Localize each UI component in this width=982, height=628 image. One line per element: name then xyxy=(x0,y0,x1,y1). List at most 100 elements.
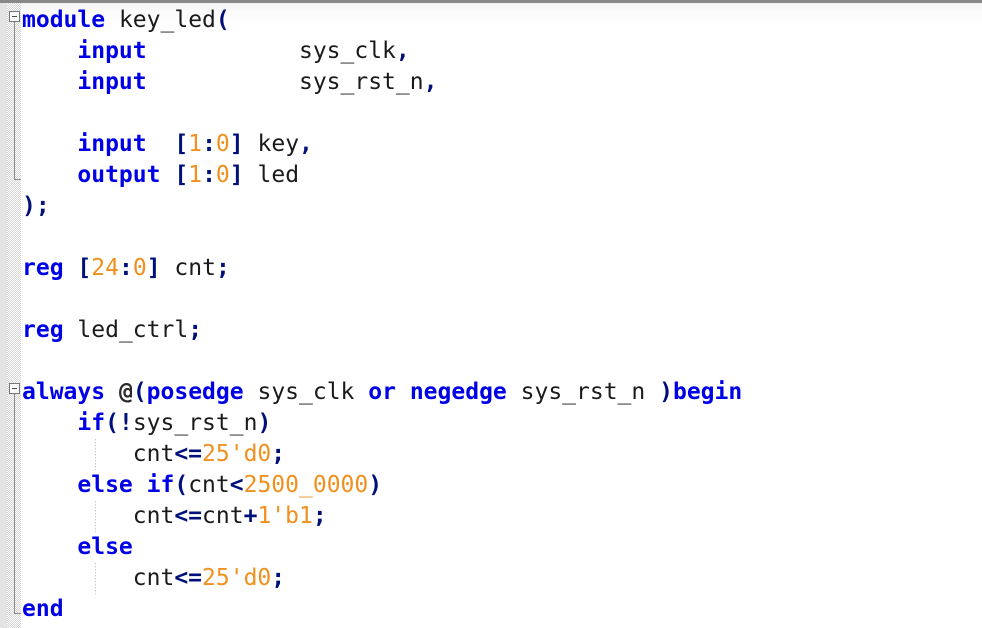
code-line[interactable]: ); xyxy=(22,191,50,222)
code-line[interactable]: module key_led( xyxy=(22,5,230,36)
code-token: 2500_0000 xyxy=(243,472,369,498)
code-token: posedge xyxy=(146,379,244,405)
code-token: sys_clk xyxy=(257,379,355,405)
code-token: : xyxy=(202,162,216,188)
code-token: ( xyxy=(174,472,189,498)
code-token: , xyxy=(423,69,438,95)
code-token: ) xyxy=(368,472,383,498)
source-code[interactable]: module key_led( input sys_clk, input sys… xyxy=(0,3,982,628)
code-token: [ xyxy=(77,255,92,281)
code-token: : xyxy=(202,131,216,157)
code-token: ; xyxy=(35,193,50,219)
fold-collapse-icon[interactable] xyxy=(9,11,20,22)
code-token: sys_rst_n xyxy=(298,69,424,95)
code-line[interactable]: else if(cnt<2500_0000) xyxy=(22,470,382,501)
code-token: <= xyxy=(174,503,203,529)
code-token: key_led xyxy=(118,7,216,33)
code-token: < xyxy=(229,472,244,498)
code-line[interactable]: else xyxy=(22,532,133,563)
code-token: reg xyxy=(22,255,64,281)
code-line[interactable]: reg [24:0] cnt; xyxy=(22,253,230,284)
code-line[interactable]: reg led_ctrl; xyxy=(22,315,202,346)
code-token: , xyxy=(299,131,313,157)
code-token: 25'd0 xyxy=(202,441,272,467)
code-token: else xyxy=(77,534,133,560)
code-token: , xyxy=(395,38,410,64)
code-token: [ xyxy=(174,162,189,188)
code-token: ; xyxy=(271,565,286,591)
code-line[interactable]: end xyxy=(22,594,64,625)
code-token: input xyxy=(77,38,147,64)
code-token: 24 xyxy=(91,255,119,281)
code-token: @ xyxy=(118,379,133,405)
code-line[interactable]: cnt<=25'd0; xyxy=(22,563,285,594)
code-token: 1'b1 xyxy=(257,503,313,529)
code-token: 1 xyxy=(188,162,203,188)
code-token: always xyxy=(22,379,106,405)
code-line[interactable]: if(!sys_rst_n) xyxy=(22,408,271,439)
code-token: if xyxy=(146,472,175,498)
code-token: output xyxy=(77,162,161,188)
code-token: ! xyxy=(118,410,133,436)
code-line[interactable]: cnt<=25'd0; xyxy=(22,439,285,470)
code-line[interactable] xyxy=(22,222,36,253)
code-token: sys_rst_n xyxy=(520,379,646,405)
code-token: ; xyxy=(188,317,203,343)
code-line[interactable] xyxy=(22,284,36,315)
code-token: cnt xyxy=(202,503,244,529)
code-line[interactable]: input sys_clk, xyxy=(22,36,410,67)
code-line[interactable]: cnt<=cnt+1'b1; xyxy=(22,501,327,532)
code-token: ; xyxy=(271,441,286,467)
code-token: ( xyxy=(132,379,147,405)
code-line[interactable]: input [1:0] key, xyxy=(22,129,313,160)
code-token: 0 xyxy=(132,255,147,281)
code-token: sys_rst_n xyxy=(132,410,258,436)
code-token: if xyxy=(77,410,106,436)
code-token: cnt xyxy=(132,565,175,591)
fold-bracket-foot xyxy=(14,179,21,180)
code-token: ; xyxy=(312,503,327,529)
code-token: cnt xyxy=(174,255,216,281)
code-line[interactable]: output [1:0] led xyxy=(22,160,299,191)
code-line[interactable]: always @(posedge sys_clk or negedge sys_… xyxy=(22,377,742,408)
code-line[interactable]: input sys_rst_n, xyxy=(22,67,437,98)
code-line[interactable] xyxy=(22,346,36,377)
code-token: ; xyxy=(215,255,230,281)
code-token: 25'd0 xyxy=(202,565,272,591)
code-editor[interactable]: module key_led( input sys_clk, input sys… xyxy=(0,0,982,628)
code-token: sys_clk xyxy=(298,38,396,64)
code-token: ] xyxy=(229,162,244,188)
code-token: 0 xyxy=(215,131,230,157)
code-token: cnt xyxy=(132,441,175,467)
code-token: ( xyxy=(215,7,230,33)
code-token: ) xyxy=(22,193,36,219)
code-token: ] xyxy=(146,255,161,281)
code-token: 1 xyxy=(188,131,203,157)
code-token: led xyxy=(257,162,300,188)
code-token: <= xyxy=(174,565,203,591)
code-token: cnt xyxy=(188,472,230,498)
fold-collapse-icon[interactable] xyxy=(9,383,20,394)
code-line[interactable] xyxy=(22,98,36,129)
